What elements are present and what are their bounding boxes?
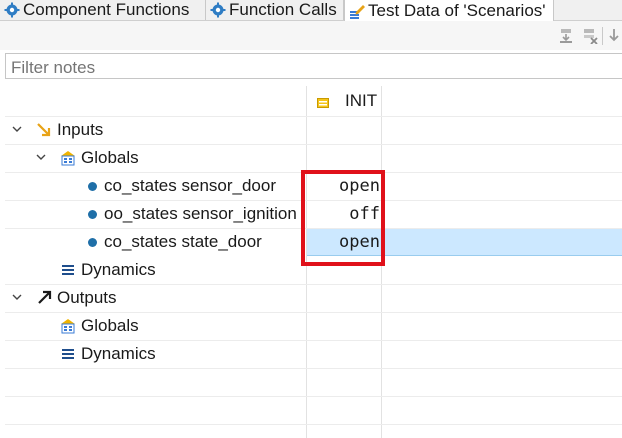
row-divider [5, 424, 622, 425]
tab-function-calls[interactable]: Function Calls [206, 0, 344, 20]
tree-label: Dynamics [81, 344, 156, 363]
row-divider [5, 312, 622, 313]
delete-row-icon [584, 29, 598, 44]
variable-icon [88, 182, 97, 191]
globals-icon [60, 318, 76, 334]
tab-test-data-scenarios[interactable]: Test Data of 'Scenarios' [344, 0, 554, 21]
row-divider [5, 284, 622, 285]
variable-name: co_states sensor_door [104, 176, 276, 195]
variable-name: co_states state_door [104, 232, 262, 251]
move-down-button[interactable] [605, 26, 622, 46]
tab-label: Component Functions [23, 0, 190, 19]
dynamics-list-icon [60, 262, 76, 278]
tree-node-outputs-dynamics[interactable]: Dynamics [5, 340, 622, 368]
tree-label: Globals [81, 148, 139, 167]
toolbar-separator [602, 27, 603, 45]
output-arrow-icon [36, 290, 52, 306]
toolbar [0, 21, 622, 50]
variable-icon [88, 238, 97, 247]
tree-node-inputs[interactable]: Inputs [5, 116, 622, 144]
row-divider [5, 144, 622, 145]
column-header-init[interactable]: INIT [345, 86, 377, 116]
gear-icon [4, 2, 20, 18]
column-header-row: INIT [5, 86, 622, 116]
tree-node-outputs-globals[interactable]: Globals [5, 312, 622, 340]
editor-tab-bar: Component Functions Function Calls Test … [0, 0, 622, 21]
row-divider [5, 396, 622, 397]
tab-label: Function Calls [229, 0, 337, 19]
dynamics-list-icon [60, 346, 76, 362]
move-down-icon [608, 29, 619, 42]
column-icon [317, 95, 329, 113]
variable-icon [88, 210, 97, 219]
tree-label: Outputs [57, 288, 117, 307]
insert-below-icon [560, 29, 572, 43]
highlight-annotation-box [301, 170, 385, 266]
insert-below-button[interactable] [556, 26, 576, 46]
edit-table-icon [349, 3, 365, 19]
tree-node-outputs[interactable]: Outputs [5, 284, 622, 312]
input-arrow-icon [36, 122, 52, 138]
tree-label: Dynamics [81, 260, 156, 279]
filter-notes-input[interactable] [5, 53, 622, 79]
row-divider [5, 368, 622, 369]
variable-name: oo_states sensor_ignition [104, 204, 297, 223]
tab-label: Test Data of 'Scenarios' [368, 0, 546, 20]
gear-icon [210, 2, 226, 18]
row-divider [5, 340, 622, 341]
tree-label: Inputs [57, 120, 104, 139]
tab-component-functions[interactable]: Component Functions [0, 0, 206, 20]
globals-icon [60, 150, 76, 166]
tree-node-inputs-globals[interactable]: Globals [5, 144, 622, 172]
tree-label: Globals [81, 316, 139, 335]
delete-row-button[interactable] [580, 26, 600, 46]
row-divider [5, 116, 622, 117]
